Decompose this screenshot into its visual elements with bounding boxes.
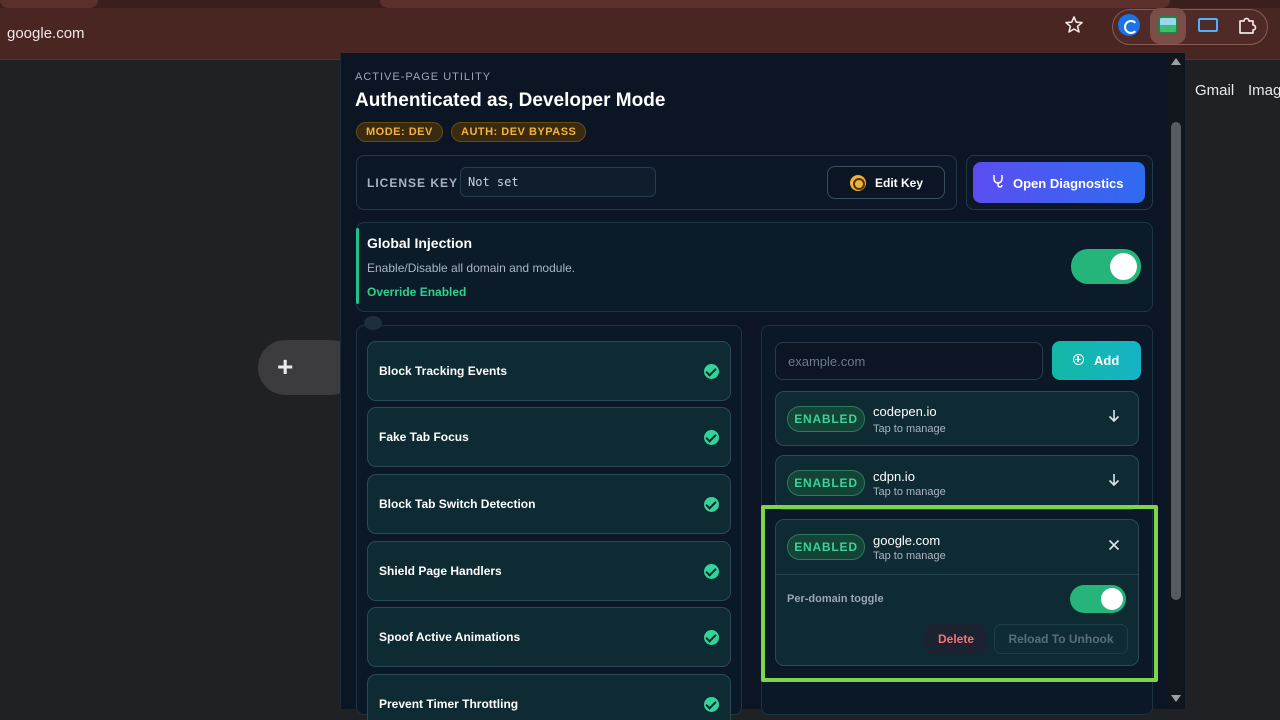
tab[interactable] xyxy=(0,0,98,8)
auth-badge: AUTH: DEV BYPASS xyxy=(451,122,587,142)
module-label: Spoof Active Animations xyxy=(379,630,521,644)
scrollbar-thumb[interactable] xyxy=(1171,122,1181,600)
arrow-down-icon[interactable] xyxy=(1108,473,1120,487)
check-icon xyxy=(704,364,719,379)
domain-subtitle: Tap to manage xyxy=(873,486,946,498)
plus-circle-icon xyxy=(1073,354,1084,365)
module-item[interactable]: Prevent Timer Throttling xyxy=(367,674,731,720)
check-icon xyxy=(704,497,719,512)
add-domain-button[interactable]: Add xyxy=(1052,341,1141,380)
license-key-label: LICENSE KEY xyxy=(367,176,459,190)
toggle-knob xyxy=(1110,253,1137,280)
status-badge: ENABLED xyxy=(787,470,865,496)
domain-name: codepen.io xyxy=(873,404,937,419)
shazam-extension-icon[interactable] xyxy=(1118,14,1140,36)
global-injection-title: Global Injection xyxy=(367,235,473,251)
domain-input[interactable] xyxy=(775,342,1043,380)
override-status: Override Enabled xyxy=(367,285,467,299)
module-item[interactable]: Block Tab Switch Detection xyxy=(367,474,731,534)
global-injection-description: Enable/Disable all domain and module. xyxy=(367,261,576,275)
status-badge: ENABLED xyxy=(787,406,865,432)
puzzle-extensions-icon[interactable] xyxy=(1236,14,1258,36)
check-icon xyxy=(704,697,719,712)
arrow-down-icon[interactable] xyxy=(1108,409,1120,423)
star-icon[interactable] xyxy=(1064,15,1084,35)
module-label: Block Tab Switch Detection xyxy=(379,497,536,511)
active-page-extension-icon[interactable] xyxy=(1158,16,1178,34)
domain-card-codepen[interactable]: ENABLED codepen.io Tap to manage xyxy=(775,391,1139,446)
address-bar[interactable]: google.com xyxy=(7,25,85,42)
domain-name: cdpn.io xyxy=(873,469,915,484)
module-item[interactable]: Block Tracking Events xyxy=(367,341,731,401)
stethoscope-icon xyxy=(993,175,1003,188)
images-link[interactable]: Image xyxy=(1248,82,1280,99)
check-icon xyxy=(704,430,719,445)
module-item[interactable]: Spoof Active Animations xyxy=(367,607,731,667)
domain-subtitle: Tap to manage xyxy=(873,423,946,435)
plus-icon: + xyxy=(277,351,294,382)
tab[interactable] xyxy=(380,0,1170,8)
module-item[interactable]: Shield Page Handlers xyxy=(367,541,731,601)
header-kicker: ACTIVE-PAGE UTILITY xyxy=(355,71,492,83)
add-label: Add xyxy=(1094,353,1120,368)
highlight-annotation xyxy=(761,505,1158,682)
open-diagnostics-button[interactable]: Open Diagnostics xyxy=(973,162,1145,203)
scroll-up-arrow-icon[interactable] xyxy=(1171,58,1181,65)
tab-strip xyxy=(0,0,1280,8)
license-key-field[interactable]: Not set xyxy=(460,167,656,197)
module-item[interactable]: Fake Tab Focus xyxy=(367,407,731,467)
domain-card-cdpn[interactable]: ENABLED cdpn.io Tap to manage xyxy=(775,455,1139,510)
module-label: Block Tracking Events xyxy=(379,364,508,378)
page-title: Authenticated as, Developer Mode xyxy=(355,90,666,111)
scroll-down-arrow-icon[interactable] xyxy=(1171,695,1181,702)
key-icon xyxy=(850,175,866,191)
section-icon xyxy=(364,316,382,330)
mode-badge: MODE: DEV xyxy=(356,122,443,142)
module-label: Shield Page Handlers xyxy=(379,564,502,578)
module-label: Fake Tab Focus xyxy=(379,430,469,444)
check-icon xyxy=(704,630,719,645)
accent-bar xyxy=(356,228,359,304)
gmail-link[interactable]: Gmail xyxy=(1195,82,1234,99)
screen-extension-icon[interactable] xyxy=(1198,18,1218,32)
open-diagnostics-label: Open Diagnostics xyxy=(1013,176,1124,191)
check-icon xyxy=(704,564,719,579)
edit-key-label: Edit Key xyxy=(875,176,924,190)
edit-key-button[interactable]: Edit Key xyxy=(827,166,945,199)
module-label: Prevent Timer Throttling xyxy=(379,697,519,711)
global-injection-toggle[interactable] xyxy=(1071,249,1141,284)
